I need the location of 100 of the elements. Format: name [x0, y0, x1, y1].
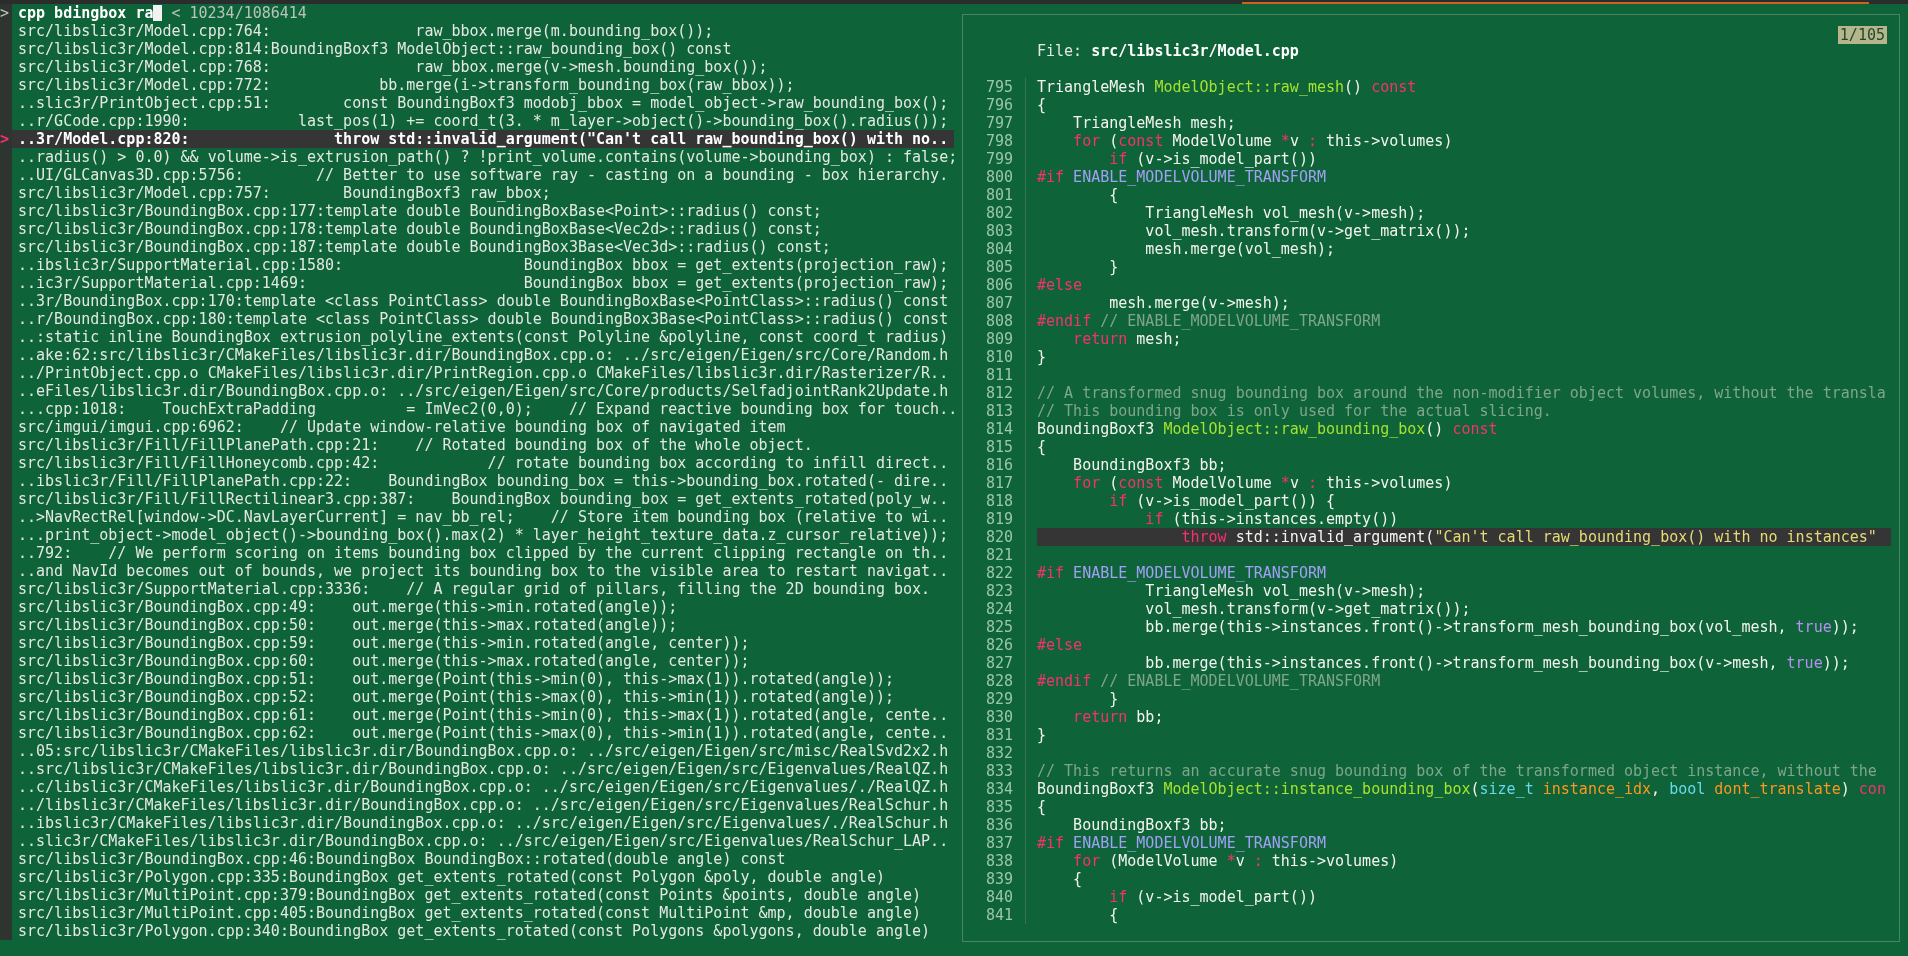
result-row[interactable]: ..r/GCode.cpp:1990: last_pos(1) += coord_t(3. * m_layer->object()->bounding_box().radius());: [12, 112, 954, 130]
line-number: 807: [963, 294, 1026, 312]
result-row[interactable]: ...cpp:1018: TouchExtraPadding = ImVec2(0,0); // Expand reactive bounding box for touch..: [12, 400, 954, 418]
line-number: 835: [963, 798, 1026, 816]
line-number: 837: [963, 834, 1026, 852]
code-line: return mesh;: [1072, 330, 1183, 348]
line-number: 809: [963, 330, 1026, 348]
code-line: for (const ModelVolume *v : this->volumes): [1072, 474, 1454, 492]
line-number: 822: [963, 564, 1026, 582]
result-row[interactable]: src/libslic3r/Model.cpp:764: raw_bbox.merge(m.bounding_box());: [12, 22, 954, 40]
result-row[interactable]: ..radius() > 0.0) && volume->is_extrusion_path() ? !print_volume.contains(volume->bounding_box) : false;: [12, 148, 954, 166]
match-position-badge: 1/105: [1837, 26, 1887, 44]
result-row[interactable]: src/libslic3r/Polygon.cpp:335:BoundingBox get_extents_rotated(const Polygon &poly, double angle): [12, 868, 954, 886]
result-row[interactable]: ..and NavId becomes out of bounds, we project its bounding box to the visible area to restart navigat..: [12, 562, 954, 580]
code-line: BoundingBoxf3 ModelObject::instance_bounding_box(size_t instance_idx, bool dont_translate) con: [1037, 780, 1887, 798]
code-line: #if ENABLE_MODELVOLUME_TRANSFORM: [1037, 168, 1327, 186]
code-line: {: [1108, 186, 1120, 204]
result-row[interactable]: ..src/libslic3r/CMakeFiles/libslic3r.dir/BoundingBox.cpp.o: ../src/eigen/Eigen/src/Eigenvalues/RealQZ.h: [12, 760, 954, 778]
code-line: vol_mesh.transform(v->get_matrix());: [1144, 600, 1472, 618]
result-row[interactable]: src/libslic3r/BoundingBox.cpp:50: out.merge(this->max.rotated(angle));: [12, 616, 954, 634]
result-row[interactable]: ..:static inline BoundingBox extrusion_polyline_extents(const Polyline &polyline, const coord_t radius): [12, 328, 954, 346]
result-row[interactable]: src/libslic3r/BoundingBox.cpp:187:template double BoundingBox3Base<Vec3d>::radius() const;: [12, 238, 954, 256]
result-row[interactable]: ..r/BoundingBox.cpp:180:template <class PointClass> double BoundingBox3Base<PointClass>::radius() const: [12, 310, 954, 328]
result-row[interactable]: ..ibslic3r/Fill/FillPlanePath.cpp:22: BoundingBox bounding_box = this->bounding_box.rotated(- dire..: [12, 472, 954, 490]
result-row[interactable]: ..c/libslic3r/CMakeFiles/libslic3r.dir/BoundingBox.cpp.o: ../src/eigen/Eigen/src/Eigenvalues/./RealQZ.h: [12, 778, 954, 796]
result-row[interactable]: ../PrintObject.cpp.o CMakeFiles/libslic3r.dir/PrintRegion.cpp.o CMakeFiles/libslic3r.dir/Rasterizer/R..: [12, 364, 954, 382]
code-line: #else: [1037, 276, 1084, 294]
result-row[interactable]: ...print_object->model_object()->bounding_box().max(2) * layer_height_texture_data.z_cursor_relative));: [12, 526, 954, 544]
code-line: TriangleMesh vol_mesh(v->mesh);: [1144, 204, 1427, 222]
result-row[interactable]: src/libslic3r/Fill/FillRectilinear3.cpp:387: BoundingBox bounding_box = get_extents_rotated(poly_w..: [12, 490, 954, 508]
code-line: BoundingBoxf3 bb;: [1072, 456, 1228, 474]
result-row[interactable]: src/libslic3r/Fill/FillPlanePath.cpp:21: // Rotated bounding box of the whole object.: [12, 436, 954, 454]
line-number: 834: [963, 780, 1026, 798]
result-row[interactable]: src/libslic3r/MultiPoint.cpp:379:BoundingBox get_extents_rotated(const Points &points, double angle): [12, 886, 954, 904]
result-row[interactable]: src/libslic3r/MultiPoint.cpp:405:BoundingBox get_extents_rotated(const MultiPoint &mp, double angle): [12, 904, 954, 922]
result-row[interactable]: ..slic3r/CMakeFiles/libslic3r.dir/BoundingBox.cpp.o: ../src/eigen/Eigen/src/Eigenvalues/RealSchur_LAP..: [12, 832, 954, 850]
text-cursor: [153, 5, 163, 21]
result-row[interactable]: src/libslic3r/BoundingBox.cpp:51: out.merge(Point(this->min(0), this->max(1)).rotated(angle));: [12, 670, 954, 688]
result-row[interactable]: ..eFiles/libslic3r.dir/BoundingBox.cpp.o: ../src/eigen/Eigen/src/Core/products/SelfadjointRank2Update.h: [12, 382, 954, 400]
result-row[interactable]: src/libslic3r/Model.cpp:772: bb.merge(i->transform_bounding_box(raw_bbox));: [12, 76, 954, 94]
line-number: 836: [963, 816, 1026, 834]
line-number: 829: [963, 690, 1026, 708]
search-field[interactable]: cpp bdingbox ra: [18, 4, 154, 22]
result-row[interactable]: src/libslic3r/Model.cpp:814:BoundingBoxf3 ModelObject::raw_bounding_box() const: [12, 40, 954, 58]
code-line: }: [1037, 348, 1048, 366]
result-row[interactable]: src/libslic3r/BoundingBox.cpp:52: out.merge(Point(this->max(0), this->min(1)).rotated(angle));: [12, 688, 954, 706]
code-line: BoundingBoxf3 bb;: [1072, 816, 1228, 834]
code-line: {: [1108, 906, 1120, 924]
code-line: }: [1108, 258, 1120, 276]
result-row[interactable]: src/libslic3r/BoundingBox.cpp:49: out.merge(this->min.rotated(angle));: [12, 598, 954, 616]
code-line: {: [1072, 870, 1084, 888]
line-number: 833: [963, 762, 1026, 780]
result-row[interactable]: src/libslic3r/Model.cpp:768: raw_bbox.merge(v->mesh.bounding_box());: [12, 58, 954, 76]
code-line: TriangleMesh ModelObject::raw_mesh() const: [1037, 78, 1418, 96]
result-row[interactable]: src/libslic3r/Fill/FillHoneycomb.cpp:42: // rotate bounding box according to infill direct..: [12, 454, 954, 472]
result-row[interactable]: ..slic3r/PrintObject.cpp:51: const BoundingBoxf3 modobj_bbox = model_object->raw_bounding_box();: [12, 94, 954, 112]
result-row[interactable]: src/imgui/imgui.cpp:6962: // Update window-relative bounding box of navigated item: [12, 418, 954, 436]
result-row[interactable]: ..ake:62:src/libslic3r/CMakeFiles/libslic3r.dir/BoundingBox.cpp.o: ../src/eigen/Eigen/src/Core/Random.h: [12, 346, 954, 364]
code-line: {: [1037, 96, 1048, 114]
result-row[interactable]: src/libslic3r/BoundingBox.cpp:62: out.merge(Point(this->max(0), this->min(1)).rotated(angle, cente..: [12, 724, 954, 742]
result-row[interactable]: src/libslic3r/Model.cpp:757: BoundingBoxf3 raw_bbox;: [12, 184, 954, 202]
result-row[interactable]: ..ibslic3r/CMakeFiles/libslic3r.dir/BoundingBox.cpp.o: ../src/eigen/Eigen/src/Eigenvalues/./RealSchur.h: [12, 814, 954, 832]
line-number: 795: [963, 78, 1026, 96]
result-row[interactable]: src/libslic3r/BoundingBox.cpp:178:template double BoundingBoxBase<Vec2d>::radius() const;: [12, 220, 954, 238]
code-line: #endif // ENABLE_MODELVOLUME_TRANSFORM: [1037, 672, 1382, 690]
code-line: mesh.merge(vol_mesh);: [1144, 240, 1336, 258]
line-number: 817: [963, 474, 1026, 492]
result-row[interactable]: src/libslic3r/BoundingBox.cpp:59: out.merge(this->min.rotated(angle, center));: [12, 634, 954, 652]
line-number: 802: [963, 204, 1026, 222]
line-number: 841: [963, 906, 1026, 924]
prompt-marker: >: [0, 4, 12, 22]
line-number: 813: [963, 402, 1026, 420]
result-row[interactable]: ..UI/GLCanvas3D.cpp:5756: // Better to use software ray - casting on a bounding - box hierarchy.: [12, 166, 954, 184]
line-number: 810: [963, 348, 1026, 366]
code-line: #else: [1037, 636, 1084, 654]
line-number: 821: [963, 546, 1026, 564]
result-row[interactable]: ..>NavRectRel[window->DC.NavLayerCurrent] = nav_bb_rel; // Store item bounding box (relative to wi..: [12, 508, 954, 526]
code-line: {: [1037, 798, 1048, 816]
code-line: #if ENABLE_MODELVOLUME_TRANSFORM: [1037, 564, 1327, 582]
result-row[interactable]: src/libslic3r/BoundingBox.cpp:61: out.merge(Point(this->min(0), this->max(1)).rotated(angle, cente..: [12, 706, 954, 724]
code-line: {: [1037, 438, 1048, 456]
result-row[interactable]: ..ic3r/SupportMaterial.cpp:1469: BoundingBox bbox = get_extents(projection_raw);: [12, 274, 954, 292]
line-number: 827: [963, 654, 1026, 672]
code-line: TriangleMesh vol_mesh(v->mesh);: [1144, 582, 1427, 600]
line-number: 812: [963, 384, 1026, 402]
result-row[interactable]: src/libslic3r/BoundingBox.cpp:60: out.merge(this->max.rotated(angle, center));: [12, 652, 954, 670]
result-row[interactable]: src/libslic3r/BoundingBox.cpp:46:BoundingBox BoundingBox::rotated(double angle) const: [12, 850, 954, 868]
result-row[interactable]: src/libslic3r/SupportMaterial.cpp:3336: // A regular grid of pillars, filling the 2D bounding box.: [12, 580, 954, 598]
result-row[interactable]: ..3r/Model.cpp:820: throw std::invalid_argument("Can't call raw_bounding_box() with no..: [12, 130, 954, 148]
result-row[interactable]: src/libslic3r/Polygon.cpp:340:BoundingBox get_extents_rotated(const Polygons &polygons, double angle): [12, 922, 954, 940]
result-row[interactable]: ..05:src/libslic3r/CMakeFiles/libslic3r.dir/BoundingBox.cpp.o: ../src/eigen/Eigen/src/misc/RealSvd2x2.h: [12, 742, 954, 760]
code-line: // A transformed snug bounding box around the non-modifier object volumes, without the transla: [1037, 384, 1887, 402]
line-number: 815: [963, 438, 1026, 456]
result-row[interactable]: ..ibslic3r/SupportMaterial.cpp:1580: BoundingBox bbox = get_extents(projection_raw);: [12, 256, 954, 274]
line-number: 838: [963, 852, 1026, 870]
result-row[interactable]: ..792: // We perform scoring on items bounding box clipped by the current clipping rectangle on th..: [12, 544, 954, 562]
code-line: }: [1108, 690, 1120, 708]
result-row[interactable]: ../libslic3r/CMakeFiles/libslic3r.dir/BoundingBox.cpp.o: ../src/eigen/Eigen/src/Eigenvalues/RealSchur.h: [12, 796, 954, 814]
result-row[interactable]: src/libslic3r/BoundingBox.cpp:177:template double BoundingBoxBase<Point>::radius() const;: [12, 202, 954, 220]
result-row[interactable]: ..3r/BoundingBox.cpp:170:template <class PointClass> double BoundingBoxBase<PointClass>::radius() const: [12, 292, 954, 310]
